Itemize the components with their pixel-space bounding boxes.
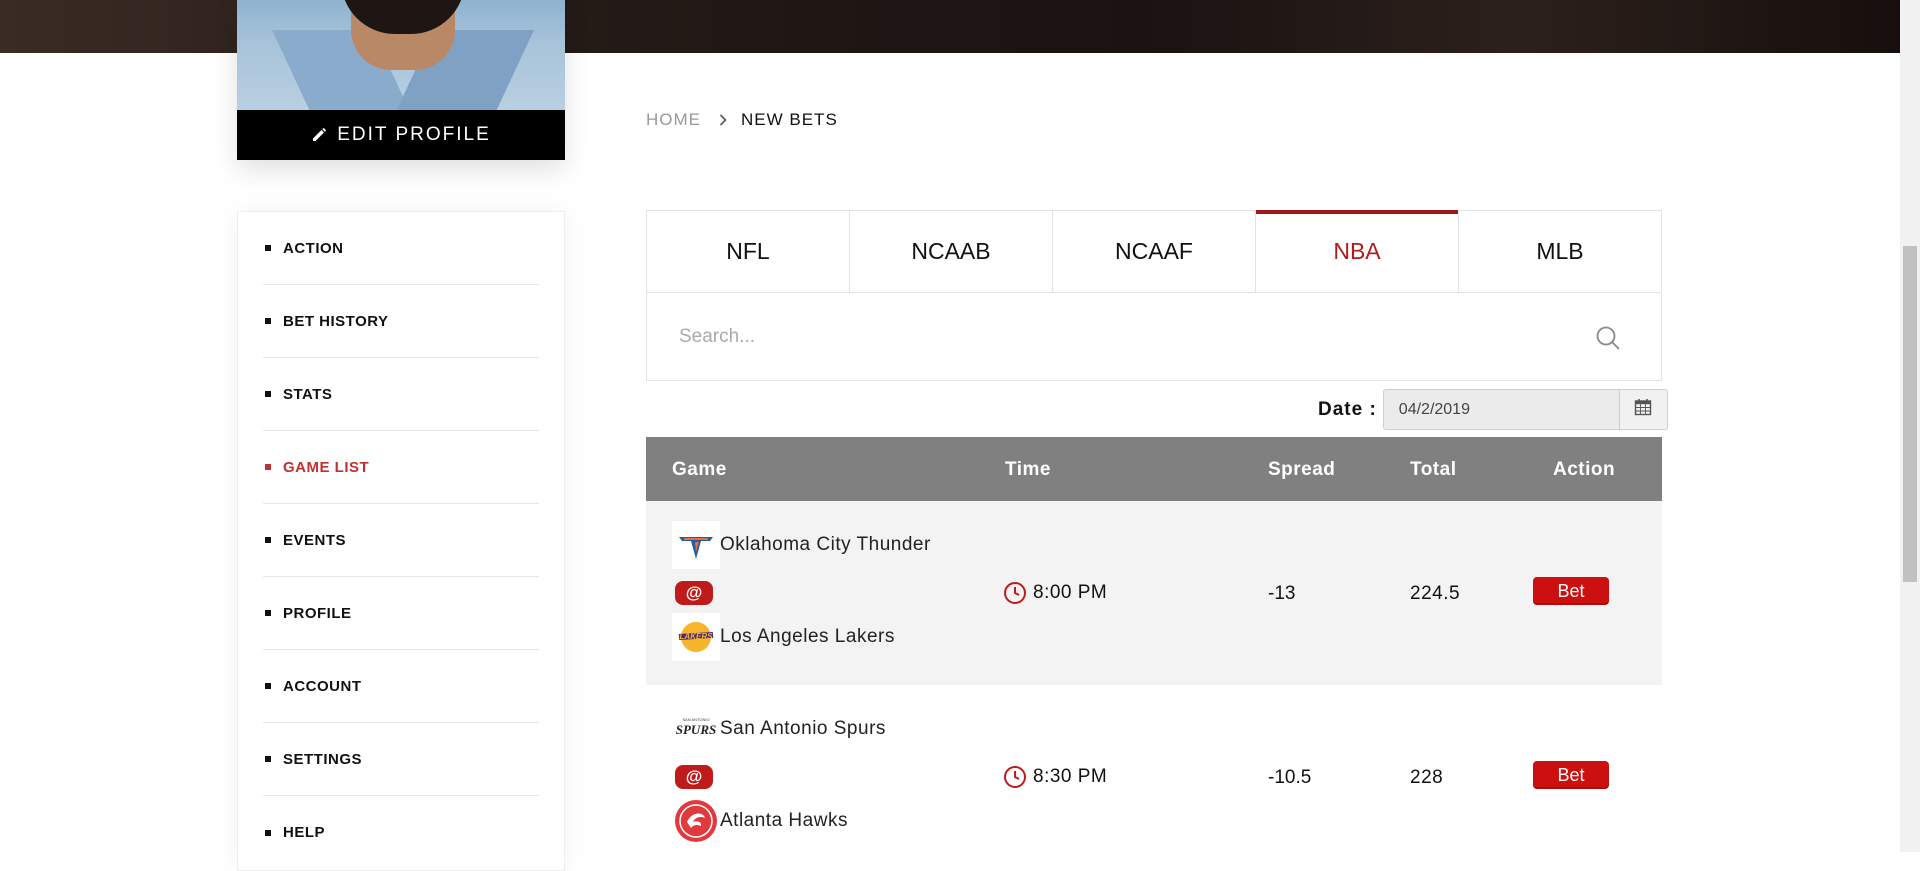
breadcrumb-home-link[interactable]: HOME xyxy=(646,110,701,130)
away-team-name: San Antonio Spurs xyxy=(720,718,886,739)
calendar-button[interactable] xyxy=(1619,389,1668,430)
scrollbar-thumb[interactable] xyxy=(1903,246,1917,582)
header-total: Total xyxy=(1410,459,1457,480)
total-value: 224.5 xyxy=(1410,583,1461,604)
at-badge: @ xyxy=(675,765,713,789)
bullet-icon xyxy=(265,756,271,762)
games-table: Game Time Spread Total Action Oklahoma C… xyxy=(646,437,1662,869)
sidebar-item-label: EVENTS xyxy=(283,531,347,549)
tab-ncaaf[interactable]: NCAAF xyxy=(1053,211,1256,292)
calendar-icon xyxy=(1634,398,1652,421)
bullet-icon xyxy=(265,464,271,470)
spread-value: -13 xyxy=(1268,583,1296,604)
bullet-icon xyxy=(265,318,271,324)
thunder-logo-icon xyxy=(672,521,720,569)
breadcrumb-current: NEW BETS xyxy=(741,110,838,129)
bet-button[interactable]: Bet xyxy=(1533,577,1609,605)
game-time: 8:30 PM xyxy=(1003,765,1107,789)
sidebar-item-label: ACCOUNT xyxy=(283,677,362,695)
clock-icon xyxy=(1003,581,1027,605)
game-time-text: 8:30 PM xyxy=(1033,766,1108,787)
edit-profile-label: EDIT PROFILE xyxy=(337,124,491,145)
bet-button[interactable]: Bet xyxy=(1533,761,1609,789)
table-row: Oklahoma City Thunder @ LAKERS Los Angel… xyxy=(646,501,1662,685)
sidebar-item-label: SETTINGS xyxy=(283,750,363,768)
total-value: 228 xyxy=(1410,767,1444,788)
page-scrollbar[interactable] xyxy=(1900,0,1920,852)
search-icon[interactable] xyxy=(1595,325,1621,356)
sidebar-item-action[interactable]: ACTION xyxy=(263,212,539,285)
hawks-logo-icon xyxy=(672,797,720,845)
sidebar-item-stats[interactable]: STATS xyxy=(263,358,539,431)
sidebar-item-account[interactable]: ACCOUNT xyxy=(263,650,539,723)
date-input[interactable]: 04/2/2019 xyxy=(1382,389,1620,430)
header-action: Action xyxy=(1553,459,1616,480)
sidebar-item-label: GAME LIST xyxy=(283,458,370,476)
pencil-icon xyxy=(311,127,327,143)
edit-profile-button[interactable]: EDIT PROFILE xyxy=(237,110,565,160)
sidebar-item-settings[interactable]: SETTINGS xyxy=(263,723,539,796)
tab-nba[interactable]: NBA xyxy=(1256,210,1459,292)
header-spread: Spread xyxy=(1268,459,1336,480)
at-badge: @ xyxy=(675,581,713,605)
sidebar-item-label: STATS xyxy=(283,385,333,403)
bullet-icon xyxy=(265,829,271,836)
tab-mlb[interactable]: MLB xyxy=(1459,211,1661,292)
sidebar-item-help[interactable]: HELP xyxy=(263,796,539,869)
breadcrumb: HOME NEW BETS xyxy=(646,110,838,130)
home-team-name: Los Angeles Lakers xyxy=(720,626,895,647)
spread-value: -10.5 xyxy=(1268,767,1312,788)
sidebar-nav: ACTION BET HISTORY STATS GAME LIST EVENT… xyxy=(237,211,565,871)
tab-nfl[interactable]: NFL xyxy=(647,211,850,292)
table-header: Game Time Spread Total Action xyxy=(646,437,1662,501)
sidebar-item-profile[interactable]: PROFILE xyxy=(263,577,539,650)
lakers-logo-icon: LAKERS xyxy=(672,613,720,661)
chevron-right-icon xyxy=(719,114,727,126)
header-game: Game xyxy=(672,459,727,480)
date-label: Date : xyxy=(1318,398,1377,420)
sport-tabs: NFL NCAAB NCAAF NBA MLB xyxy=(646,210,1662,293)
search-input[interactable] xyxy=(677,319,1581,355)
sidebar-item-label: PROFILE xyxy=(283,604,352,622)
bullet-icon xyxy=(265,391,271,397)
sidebar-item-label: HELP xyxy=(283,824,326,841)
table-row: SAN ANTONIO SPURS San Antonio Spurs @ At… xyxy=(646,685,1662,869)
sidebar-item-bet-history[interactable]: BET HISTORY xyxy=(263,285,539,358)
avatar xyxy=(237,0,565,110)
away-team-name: Oklahoma City Thunder xyxy=(720,534,931,555)
bullet-icon xyxy=(265,537,271,543)
home-team-name: Atlanta Hawks xyxy=(720,810,848,831)
svg-text:SPURS: SPURS xyxy=(676,722,716,737)
sidebar-item-label: BET HISTORY xyxy=(283,312,389,330)
sidebar-item-game-list[interactable]: GAME LIST xyxy=(263,431,539,504)
tab-ncaab[interactable]: NCAAB xyxy=(850,211,1053,292)
profile-card: EDIT PROFILE xyxy=(237,0,565,160)
sidebar-item-label: ACTION xyxy=(283,239,344,257)
svg-text:LAKERS: LAKERS xyxy=(680,632,714,641)
sidebar-item-events[interactable]: EVENTS xyxy=(263,504,539,577)
header-time: Time xyxy=(1005,459,1052,480)
bullet-icon xyxy=(265,245,271,251)
game-time: 8:00 PM xyxy=(1003,581,1107,605)
bullet-icon xyxy=(265,683,271,689)
game-time-text: 8:00 PM xyxy=(1033,582,1108,603)
date-filter: Date : 04/2/2019 xyxy=(1318,389,1668,430)
clock-icon xyxy=(1003,765,1027,789)
spurs-logo-icon: SAN ANTONIO SPURS xyxy=(672,705,720,753)
search-box xyxy=(646,293,1662,381)
bullet-icon xyxy=(265,610,271,616)
